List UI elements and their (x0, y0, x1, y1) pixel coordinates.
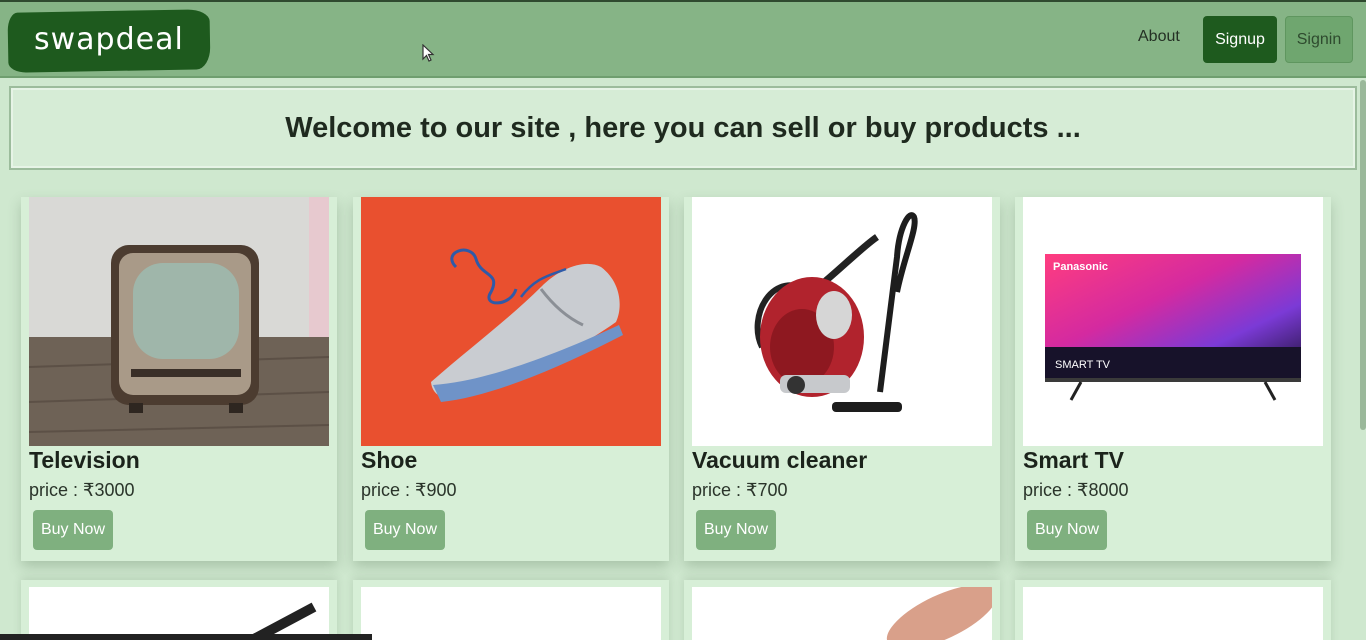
product-card-row2-1 (21, 580, 337, 640)
product-card-vacuum: Vacuum cleaner price : ₹700 Buy Now (684, 197, 1000, 561)
product-image-shoe[interactable] (361, 197, 661, 446)
product-card-row2-3 (684, 580, 1000, 640)
product-card-television: Television price : ₹3000 Buy Now (21, 197, 337, 561)
product-image-vacuum[interactable] (692, 197, 992, 446)
buy-now-button[interactable]: Buy Now (1027, 510, 1107, 550)
logo-text: swapdeal (34, 21, 184, 57)
tv-brand-text: Panasonic (1053, 261, 1108, 273)
signup-button[interactable]: Signup (1203, 16, 1277, 63)
buy-now-button[interactable]: Buy Now (696, 510, 776, 550)
buy-now-button[interactable]: Buy Now (365, 510, 445, 550)
site-logo[interactable]: swapdeal (7, 9, 211, 73)
product-image-television[interactable] (29, 197, 329, 446)
about-link[interactable]: About (1138, 28, 1180, 46)
product-image[interactable] (361, 587, 661, 640)
signin-button[interactable]: Signin (1285, 16, 1353, 63)
welcome-banner: Welcome to our site , here you can sell … (9, 86, 1357, 170)
product-price: price : ₹900 (361, 480, 457, 500)
mouse-cursor-icon (422, 44, 435, 62)
buy-now-button[interactable]: Buy Now (33, 510, 113, 550)
welcome-heading: Welcome to our site , here you can sell … (285, 111, 1081, 144)
product-card-smart-tv: Panasonic SMART TV Smart TV price : ₹800… (1015, 197, 1331, 561)
product-name: Shoe (361, 447, 418, 473)
product-price: price : ₹8000 (1023, 480, 1129, 500)
tv-screen-text: SMART TV (1055, 359, 1111, 371)
product-card-shoe: Shoe price : ₹900 Buy Now (353, 197, 669, 561)
product-image[interactable] (692, 587, 992, 640)
product-card-row2-4 (1015, 580, 1331, 640)
product-name: Smart TV (1023, 447, 1124, 473)
product-image[interactable] (29, 587, 329, 640)
product-name: Television (29, 447, 140, 473)
product-price: price : ₹700 (692, 480, 788, 500)
product-image[interactable] (1023, 587, 1323, 640)
product-price: price : ₹3000 (29, 480, 135, 500)
product-image-smart-tv[interactable]: Panasonic SMART TV (1023, 197, 1323, 446)
product-name: Vacuum cleaner (692, 447, 868, 473)
taskbar-edge (0, 634, 372, 640)
product-card-row2-2 (353, 580, 669, 640)
top-navbar: swapdeal About Signup Signin (0, 0, 1366, 78)
page-scrollbar[interactable] (1360, 80, 1366, 430)
